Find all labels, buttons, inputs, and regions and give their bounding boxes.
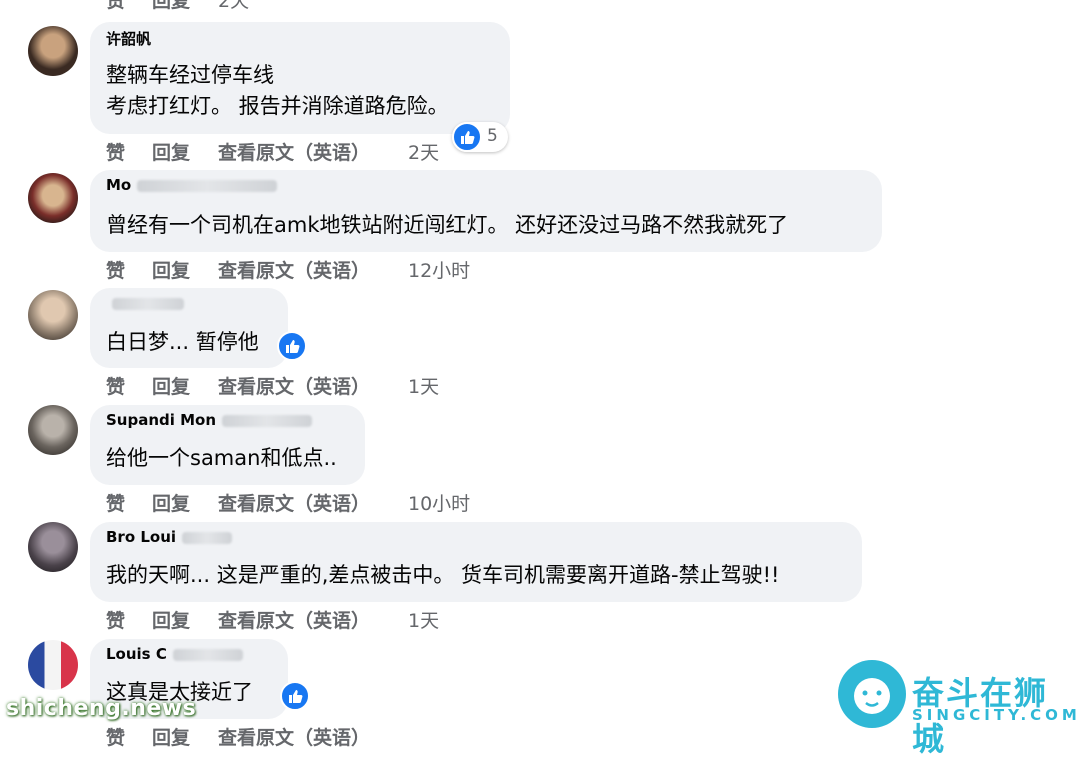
see-original-button[interactable]: 查看原文（英语） [218, 372, 370, 399]
reply-button[interactable]: 回复 [152, 138, 190, 165]
see-original-button[interactable]: 查看原文（英语） [218, 256, 370, 283]
reply-button[interactable]: 回复 [152, 372, 190, 399]
watermark-text: shicheng.news [6, 696, 197, 721]
see-original-button[interactable]: 查看原文（英语） [218, 723, 370, 750]
like-button[interactable]: 赞 [106, 0, 125, 13]
avatar[interactable] [28, 522, 78, 572]
timestamp: 2天 [408, 142, 440, 164]
thumbs-up-icon[interactable] [280, 681, 310, 711]
comment-text-line: 曾经有一个司机在amk地铁站附近闯红灯。 还好还没过马路不然我就死了 [106, 213, 789, 237]
timestamp: 2天 [218, 0, 250, 12]
comment-text-line: 考虑打红灯。 报告并消除道路危险。 [106, 94, 449, 118]
like-button[interactable]: 赞 [106, 138, 125, 165]
thumbs-up-icon [452, 122, 482, 152]
comment-text-line: 我的天啊... 这是严重的,差点被击中。 货车司机需要离开道路-禁止驾驶!! [106, 563, 780, 587]
comment-author[interactable]: Supandi Mon [106, 411, 316, 429]
avatar[interactable] [28, 290, 78, 340]
like-button[interactable]: 赞 [106, 489, 125, 516]
like-button[interactable]: 赞 [106, 372, 125, 399]
comment-bubble: 许韶帆 整辆车经过停车线 考虑打红灯。 报告并消除道路危险。 [90, 22, 510, 134]
see-original-button[interactable]: 查看原文（英语） [218, 606, 370, 633]
comment-text-line: 白日梦... 暂停他 [106, 330, 259, 354]
comment-bubble: Bro Loui 我的天啊... 这是严重的,差点被击中。 货车司机需要离开道路… [90, 522, 862, 602]
comment-author[interactable]: 许韶帆 [106, 28, 166, 46]
timestamp: 12小时 [408, 260, 471, 282]
reply-button[interactable]: 回复 [152, 723, 190, 750]
reply-button[interactable]: 回复 [152, 0, 190, 13]
avatar[interactable] [28, 26, 78, 76]
avatar[interactable] [28, 405, 78, 455]
reply-button[interactable]: 回复 [152, 256, 190, 283]
avatar[interactable] [28, 173, 78, 223]
brand-url: SINGCITY.COM [912, 706, 1080, 724]
timestamp: 1天 [408, 610, 440, 632]
comment-author[interactable] [106, 294, 196, 312]
timestamp: 1天 [408, 376, 440, 398]
like-button[interactable]: 赞 [106, 606, 125, 633]
thumbs-up-icon[interactable] [277, 331, 307, 361]
reaction-summary[interactable]: 5 [452, 122, 508, 152]
comment-bubble: Supandi Mon 给他一个saman和低点.. [90, 405, 365, 485]
comment-author[interactable]: Mo [106, 176, 306, 194]
like-button[interactable]: 赞 [106, 256, 125, 283]
comment-text-line: 给他一个saman和低点.. [106, 446, 337, 470]
see-original-button[interactable]: 查看原文（英语） [218, 138, 370, 165]
comment-author[interactable]: Louis C [106, 645, 276, 663]
avatar[interactable] [28, 640, 78, 690]
timestamp: 10小时 [408, 493, 471, 515]
comment-text-line: 整辆车经过停车线 [106, 63, 274, 87]
reply-button[interactable]: 回复 [152, 606, 190, 633]
reply-button[interactable]: 回复 [152, 489, 190, 516]
comment-bubble: 白日梦... 暂停他 [90, 288, 288, 368]
comment-bubble: Mo 曾经有一个司机在amk地铁站附近闯红灯。 还好还没过马路不然我就死了 [90, 170, 882, 252]
comment-author[interactable]: Bro Loui [106, 528, 266, 546]
see-original-button[interactable]: 查看原文（英语） [218, 489, 370, 516]
reaction-count: 5 [487, 126, 498, 146]
lion-logo-icon [838, 660, 906, 728]
like-button[interactable]: 赞 [106, 723, 125, 750]
